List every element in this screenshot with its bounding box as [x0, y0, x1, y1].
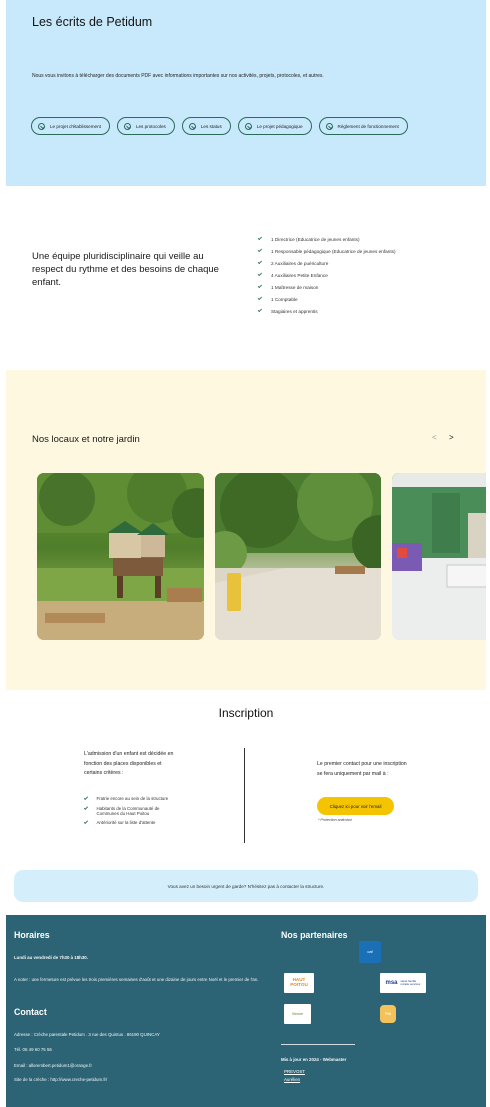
premises-title: Nos locaux et notre jardin: [32, 434, 140, 445]
haut-poitou-logo[interactable]: HAUT POITOU: [284, 973, 314, 993]
team-member-label: 2 Auxiliaires de puériculture: [271, 260, 329, 266]
hours-title: Horaires: [14, 930, 50, 940]
list-item: 1 Directrice (Educatrice de jeunes enfan…: [257, 233, 396, 245]
indoor-room-illustration: [392, 473, 486, 640]
document-button-label: Les protocoles: [135, 123, 166, 129]
urgent-care-banner: Vous avez un besoin urgent de garde? N'h…: [14, 870, 478, 902]
list-item: 1 Comptable: [257, 293, 396, 305]
list-item: 1 Responsable pédagogique (Educatrice de…: [257, 245, 396, 257]
pmi-logo[interactable]: PMI: [380, 1005, 396, 1023]
contact-title: Contact: [14, 1007, 47, 1017]
admission-criteria-list: Fratrie encore au sein de la structure H…: [83, 796, 174, 830]
download-icon: [38, 122, 45, 130]
documents-buttons: Le projet d'établissement Les protocoles…: [31, 117, 408, 135]
webmaster-link-lastname[interactable]: PREVOST: [284, 1069, 305, 1074]
msa-logo-text: msa: [385, 979, 398, 986]
list-item: Fratrie encore au sein de la structure: [83, 796, 174, 801]
criterion-label: Fratrie encore au sein de la structure: [96, 796, 169, 801]
contact-address: Adresse : Crèche parentale Petidum . 3 r…: [14, 1032, 160, 1037]
check-icon: [257, 248, 263, 253]
document-button-projet-pedagogique[interactable]: Le projet pédagogique: [237, 117, 312, 135]
contact-website[interactable]: Site de la crèche : http://www.creche-pe…: [14, 1076, 107, 1083]
haut-poitou-logo-text: HAUT POITOU: [290, 977, 308, 987]
check-icon: [257, 260, 263, 265]
garden-playground-photo[interactable]: [37, 473, 204, 640]
check-icon: [83, 796, 88, 800]
check-icon: [257, 296, 263, 301]
show-email-button[interactable]: Cliquez ici pour voir l'email: [317, 797, 394, 815]
document-button-label: Le projet d'établissement: [50, 123, 101, 129]
team-title: Une équipe pluridisciplinaire qui veille…: [32, 251, 219, 288]
list-item: 2 Auxiliaires de puériculture: [257, 257, 396, 269]
criterion-label: Antériorité sur la liste d'attente: [96, 820, 156, 825]
team-member-label: Stagiaires et apprentis: [271, 308, 318, 314]
check-icon: [83, 820, 88, 824]
document-button-status[interactable]: Les status: [181, 117, 231, 135]
list-item: 4 Auxiliaires Petite Enfance: [257, 269, 396, 281]
team-section: Une équipe pluridisciplinaire qui veille…: [6, 186, 486, 370]
check-icon: [257, 272, 263, 277]
garden-path-illustration: [215, 473, 381, 640]
check-icon: [83, 805, 88, 810]
document-button-label: Règlement de fonctionnement: [337, 123, 399, 129]
list-item: Habitants de la Communauté de Communes d…: [83, 805, 174, 816]
hours-text: Lundi au vendredi de 7h30 à 18h30.: [14, 955, 88, 960]
updated-text: Mis à jour en 2024 - Webmaster: [281, 1057, 347, 1062]
first-contact-text: Le premier contact pour une inscription …: [317, 761, 407, 777]
vienne-logo[interactable]: Vienne: [284, 1004, 311, 1024]
download-icon: [123, 122, 131, 130]
caf-logo-text: caf: [367, 948, 373, 954]
document-button-protocoles[interactable]: Les protocoles: [116, 117, 175, 135]
team-member-label: 1 Comptable: [271, 296, 298, 302]
team-member-label: 1 Responsable pédagogique (Educatrice de…: [271, 248, 396, 254]
list-item: 1 Maîtresse de maison: [257, 281, 396, 293]
document-button-reglement[interactable]: Règlement de fonctionnement: [318, 117, 408, 135]
list-item: Stagiaires et apprentis: [257, 305, 396, 317]
garden-playground-illustration: [37, 473, 204, 640]
partners-title: Nos partenaires: [281, 930, 348, 940]
vertical-divider: [244, 748, 245, 843]
team-member-label: 1 Directrice (Educatrice de jeunes enfan…: [271, 236, 360, 242]
pmi-logo-text: PMI: [384, 1011, 392, 1016]
site-footer: Horaires Lundi au vendredi de 7h30 à 18h…: [6, 915, 486, 1107]
registration-section: Inscription L'admission d'un enfant est …: [6, 690, 486, 915]
carousel-next-button[interactable]: >: [449, 433, 454, 442]
footer-divider: [281, 1044, 355, 1045]
documents-title: Les écrits de Petidum: [32, 15, 153, 29]
msa-logo[interactable]: msa santé famille retraite services: [380, 973, 426, 993]
list-item: Antériorité sur la liste d'attente: [83, 820, 174, 825]
contact-phone: Tél. 05 49 60 75 56: [14, 1047, 52, 1052]
registration-title: Inscription: [218, 706, 274, 720]
team-member-label: 4 Auxiliaires Petite Enfance: [271, 272, 328, 278]
check-icon: [257, 308, 263, 313]
contact-email[interactable]: Email : allorembert.petidum1@orange.fr: [14, 1062, 92, 1069]
msa-logo-tagline: santé famille retraite services: [400, 978, 421, 986]
documents-section: Les écrits de Petidum Nous vous invitons…: [6, 0, 486, 186]
vienne-logo-text: Vienne: [291, 1011, 304, 1016]
download-icon: [244, 122, 252, 130]
check-icon: [257, 236, 263, 241]
garden-path-photo[interactable]: [215, 473, 381, 640]
caf-logo[interactable]: caf: [359, 941, 381, 963]
closure-note: A noter : une fermeture est prévue les t…: [14, 977, 259, 982]
admission-text: L'admission d'un enfant est décidée en f…: [84, 751, 174, 776]
documents-intro: Nous vous invitons à télécharger des doc…: [32, 73, 324, 79]
document-button-label: Les status: [200, 123, 222, 129]
premises-section: Nos locaux et notre jardin < >: [6, 370, 486, 690]
team-member-label: 1 Maîtresse de maison: [271, 284, 319, 290]
download-icon: [325, 122, 333, 130]
webmaster-link-firstname[interactable]: Aurélien: [284, 1077, 300, 1082]
antirobot-note: * Protection antirobot: [318, 818, 352, 822]
document-button-projet-etablissement[interactable]: Le projet d'établissement: [31, 117, 110, 135]
download-icon: [188, 122, 196, 130]
team-list: 1 Directrice (Educatrice de jeunes enfan…: [257, 233, 396, 317]
check-icon: [257, 284, 263, 289]
criterion-label: Habitants de la Communauté de Communes d…: [96, 805, 160, 816]
indoor-room-photo[interactable]: [392, 473, 486, 640]
document-button-label: Le projet pédagogique: [256, 123, 303, 129]
carousel-prev-button[interactable]: <: [432, 433, 437, 442]
